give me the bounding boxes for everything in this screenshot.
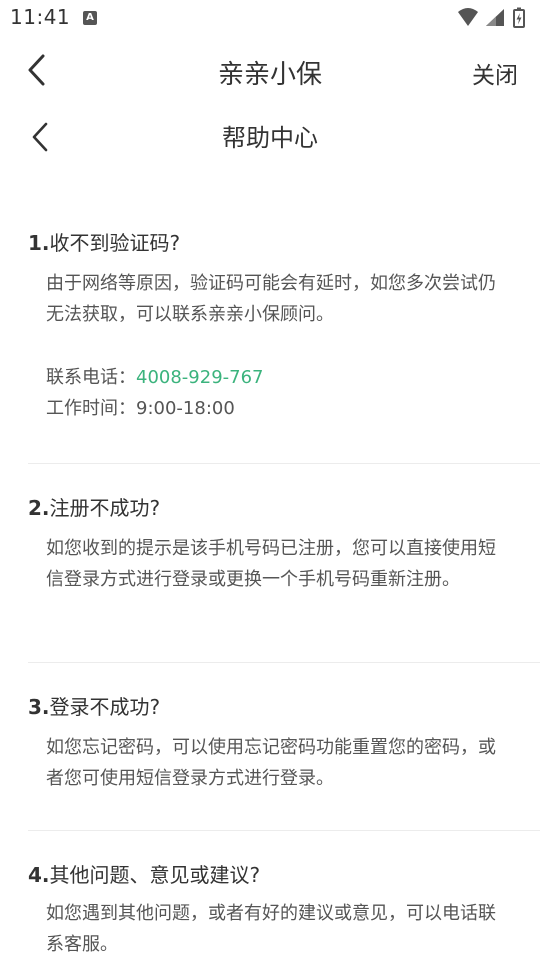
status-bar: 11:41 A: [0, 0, 540, 36]
app-bar: 亲亲小保 关闭: [0, 36, 540, 104]
faq-question: 1.收不到验证码?: [28, 228, 512, 258]
faq-answer: 如您收到的提示是该手机号码已注册，您可以直接使用短信登录方式进行登录或更换一个手…: [46, 538, 496, 590]
faq-question-text: 注册不成功?: [49, 496, 161, 520]
faq-question-text: 收不到验证码?: [49, 231, 181, 255]
contact-hours-row: 工作时间：9:00-18:00: [28, 393, 512, 424]
battery-icon: [513, 7, 525, 28]
faq-item: 4.其他问题、意见或建议? 如您遇到其他问题，或者有好的建议或意见，可以电话联系…: [28, 860, 512, 960]
faq-question: 4.其他问题、意见或建议?: [28, 860, 512, 890]
page-title: 帮助中心: [222, 124, 318, 152]
app-title: 亲亲小保: [217, 60, 322, 90]
faq-question-text: 登录不成功?: [49, 695, 161, 719]
faq-item: 3.登录不成功? 如您忘记密码，可以使用忘记密码功能重置您的密码，或者您可使用短…: [28, 692, 512, 794]
faq-answer: 如您忘记密码，可以使用忘记密码功能重置您的密码，或者您可使用短信登录方式进行登录…: [46, 737, 496, 789]
phone-label: 联系电话：: [46, 367, 136, 388]
faq-question: 2.注册不成功?: [28, 493, 512, 523]
wifi-icon: [458, 8, 478, 26]
phone-link[interactable]: 4008-929-767: [136, 367, 264, 388]
faq-number: 3.: [28, 695, 50, 719]
faq-answer: 如您遇到其他问题，或者有好的建议或意见，可以电话联系客服。: [46, 903, 496, 955]
hours-value: 9:00-18:00: [136, 398, 235, 419]
faq-item: 1.收不到验证码? 由于网络等原因，验证码可能会有延时，如您多次尝试仍无法获取，…: [28, 228, 512, 424]
faq-number: 1.: [28, 231, 50, 255]
status-icons: [458, 7, 525, 28]
faq-question-text: 其他问题、意见或建议?: [49, 863, 261, 887]
divider: [28, 830, 540, 831]
faq-number: 4.: [28, 863, 50, 887]
divider: [28, 463, 540, 464]
contact-phone-row: 联系电话：4008-929-767: [28, 362, 512, 393]
faq-number: 2.: [28, 496, 50, 520]
faq-question: 3.登录不成功?: [28, 692, 512, 722]
hours-label: 工作时间：: [46, 398, 136, 419]
faq-item: 2.注册不成功? 如您收到的提示是该手机号码已注册，您可以直接使用短信登录方式进…: [28, 493, 512, 595]
page-header: 帮助中心: [0, 104, 540, 168]
faq-answer: 由于网络等原因，验证码可能会有延时，如您多次尝试仍无法获取，可以联系亲亲小保顾问…: [46, 273, 496, 325]
status-time: 11:41: [10, 5, 71, 29]
close-button[interactable]: 关闭: [472, 56, 518, 90]
divider: [28, 662, 540, 663]
notification-icon: A: [83, 11, 97, 25]
